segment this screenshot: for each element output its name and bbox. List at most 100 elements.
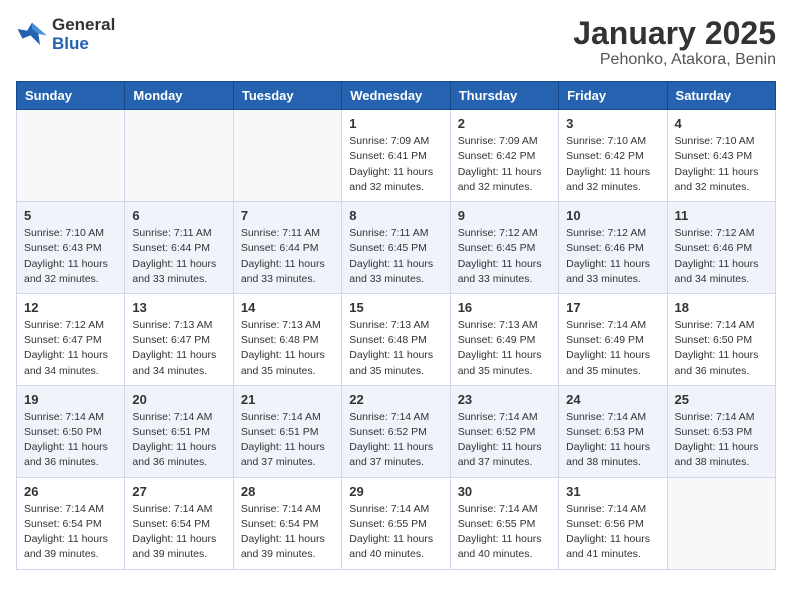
page-header: General Blue January 2025 Pehonko, Atako… [16, 16, 776, 69]
calendar-cell: 26 Sunrise: 7:14 AMSunset: 6:54 PMDayligh… [17, 477, 125, 569]
calendar-cell: 20 Sunrise: 7:14 AMSunset: 6:51 PMDayligh… [125, 385, 233, 477]
day-info: Sunrise: 7:14 AMSunset: 6:55 PMDaylight:… [349, 502, 442, 563]
calendar-cell: 2 Sunrise: 7:09 AMSunset: 6:42 PMDaylight… [450, 110, 558, 202]
day-number: 23 [458, 392, 551, 407]
day-info: Sunrise: 7:10 AMSunset: 6:42 PMDaylight:… [566, 134, 659, 195]
day-number: 8 [349, 208, 442, 223]
day-info: Sunrise: 7:13 AMSunset: 6:49 PMDaylight:… [458, 318, 551, 379]
calendar-cell: 5Sunrise: 7:10 AMSunset: 6:43 PMDaylight… [17, 202, 125, 294]
day-number: 22 [349, 392, 442, 407]
day-info: Sunrise: 7:12 AMSunset: 6:47 PMDaylight:… [24, 318, 117, 379]
day-info: Sunrise: 7:11 AMSunset: 6:45 PMDaylight:… [349, 226, 442, 287]
col-saturday: Saturday [667, 82, 775, 110]
day-info: Sunrise: 7:11 AMSunset: 6:44 PMDaylight:… [241, 226, 334, 287]
calendar-cell [667, 477, 775, 569]
day-info: Sunrise: 7:12 AMSunset: 6:46 PMDaylight:… [566, 226, 659, 287]
col-tuesday: Tuesday [233, 82, 341, 110]
day-number: 28 [241, 484, 334, 499]
calendar-cell: 22 Sunrise: 7:14 AMSunset: 6:52 PMDayligh… [342, 385, 450, 477]
day-number: 20 [132, 392, 225, 407]
day-info: Sunrise: 7:14 AMSunset: 6:52 PMDaylight:… [349, 410, 442, 471]
day-info: Sunrise: 7:09 AMSunset: 6:42 PMDaylight:… [458, 134, 551, 195]
day-info: Sunrise: 7:14 AMSunset: 6:54 PMDaylight:… [132, 502, 225, 563]
day-info: Sunrise: 7:14 AMSunset: 6:50 PMDaylight:… [675, 318, 768, 379]
day-number: 13 [132, 300, 225, 315]
calendar-week-row: 19Sunrise: 7:14 AMSunset: 6:50 PMDayligh… [17, 385, 776, 477]
day-number: 9 [458, 208, 551, 223]
page-subtitle: Pehonko, Atakora, Benin [573, 51, 776, 69]
calendar-cell: 3 Sunrise: 7:10 AMSunset: 6:42 PMDaylight… [559, 110, 667, 202]
calendar-cell: 29 Sunrise: 7:14 AMSunset: 6:55 PMDayligh… [342, 477, 450, 569]
calendar-cell: 14 Sunrise: 7:13 AMSunset: 6:48 PMDayligh… [233, 293, 341, 385]
calendar-cell: 27Sunrise: 7:14 AMSunset: 6:54 PMDayligh… [125, 477, 233, 569]
calendar-table: Sunday Monday Tuesday Wednesday Thursday… [16, 81, 776, 569]
calendar-cell: 10 Sunrise: 7:12 AMSunset: 6:46 PMDayligh… [559, 202, 667, 294]
logo-blue: Blue [52, 34, 89, 53]
calendar-week-row: 1Sunrise: 7:09 AMSunset: 6:41 PMDaylight… [17, 110, 776, 202]
day-info: Sunrise: 7:14 AMSunset: 6:51 PMDaylight:… [241, 410, 334, 471]
calendar-cell: 23 Sunrise: 7:14 AMSunset: 6:52 PMDayligh… [450, 385, 558, 477]
col-thursday: Thursday [450, 82, 558, 110]
day-number: 18 [675, 300, 768, 315]
col-wednesday: Wednesday [342, 82, 450, 110]
calendar-cell: 18 Sunrise: 7:14 AMSunset: 6:50 PMDayligh… [667, 293, 775, 385]
day-info: Sunrise: 7:10 AMSunset: 6:43 PMDaylight:… [675, 134, 768, 195]
day-number: 14 [241, 300, 334, 315]
calendar-cell: 15Sunrise: 7:13 AMSunset: 6:48 PMDayligh… [342, 293, 450, 385]
day-info: Sunrise: 7:14 AMSunset: 6:54 PMDaylight:… [24, 502, 117, 563]
calendar-cell: 25Sunrise: 7:14 AMSunset: 6:53 PMDayligh… [667, 385, 775, 477]
col-monday: Monday [125, 82, 233, 110]
day-number: 2 [458, 116, 551, 131]
calendar-cell: 19Sunrise: 7:14 AMSunset: 6:50 PMDayligh… [17, 385, 125, 477]
day-info: Sunrise: 7:14 AMSunset: 6:55 PMDaylight:… [458, 502, 551, 563]
day-info: Sunrise: 7:14 AMSunset: 6:52 PMDaylight:… [458, 410, 551, 471]
day-number: 17 [566, 300, 659, 315]
calendar-cell: 8 Sunrise: 7:11 AMSunset: 6:45 PMDaylight… [342, 202, 450, 294]
calendar-cell: 13 Sunrise: 7:13 AMSunset: 6:47 PMDayligh… [125, 293, 233, 385]
title-block: January 2025 Pehonko, Atakora, Benin [573, 16, 776, 69]
day-info: Sunrise: 7:14 AMSunset: 6:56 PMDaylight:… [566, 502, 659, 563]
day-number: 11 [675, 208, 768, 223]
calendar-cell: 21 Sunrise: 7:14 AMSunset: 6:51 PMDayligh… [233, 385, 341, 477]
calendar-cell [125, 110, 233, 202]
day-info: Sunrise: 7:12 AMSunset: 6:46 PMDaylight:… [675, 226, 768, 287]
day-number: 12 [24, 300, 117, 315]
logo-general: General [52, 15, 115, 34]
calendar-cell [17, 110, 125, 202]
calendar-body: 1Sunrise: 7:09 AMSunset: 6:41 PMDaylight… [17, 110, 776, 569]
day-info: Sunrise: 7:14 AMSunset: 6:51 PMDaylight:… [132, 410, 225, 471]
calendar-cell: 12 Sunrise: 7:12 AMSunset: 6:47 PMDayligh… [17, 293, 125, 385]
calendar-cell: 16 Sunrise: 7:13 AMSunset: 6:49 PMDayligh… [450, 293, 558, 385]
day-info: Sunrise: 7:10 AMSunset: 6:43 PMDaylight:… [24, 226, 117, 287]
page-title: January 2025 [573, 16, 776, 51]
day-number: 7 [241, 208, 334, 223]
col-friday: Friday [559, 82, 667, 110]
day-number: 15 [349, 300, 442, 315]
logo: General Blue [16, 16, 115, 53]
day-number: 26 [24, 484, 117, 499]
day-number: 25 [675, 392, 768, 407]
calendar-cell: 24 Sunrise: 7:14 AMSunset: 6:53 PMDayligh… [559, 385, 667, 477]
calendar-cell: 11 Sunrise: 7:12 AMSunset: 6:46 PMDayligh… [667, 202, 775, 294]
day-number: 29 [349, 484, 442, 499]
day-number: 16 [458, 300, 551, 315]
day-info: Sunrise: 7:12 AMSunset: 6:45 PMDaylight:… [458, 226, 551, 287]
day-number: 3 [566, 116, 659, 131]
day-number: 24 [566, 392, 659, 407]
day-number: 31 [566, 484, 659, 499]
calendar-cell: 6Sunrise: 7:11 AMSunset: 6:44 PMDaylight… [125, 202, 233, 294]
day-number: 21 [241, 392, 334, 407]
day-info: Sunrise: 7:13 AMSunset: 6:48 PMDaylight:… [241, 318, 334, 379]
calendar-cell: 28Sunrise: 7:14 AMSunset: 6:54 PMDayligh… [233, 477, 341, 569]
day-number: 6 [132, 208, 225, 223]
calendar-cell: 4 Sunrise: 7:10 AMSunset: 6:43 PMDaylight… [667, 110, 775, 202]
header-row: Sunday Monday Tuesday Wednesday Thursday… [17, 82, 776, 110]
calendar-cell [233, 110, 341, 202]
day-number: 30 [458, 484, 551, 499]
day-info: Sunrise: 7:14 AMSunset: 6:53 PMDaylight:… [566, 410, 659, 471]
day-info: Sunrise: 7:13 AMSunset: 6:47 PMDaylight:… [132, 318, 225, 379]
day-number: 19 [24, 392, 117, 407]
day-number: 10 [566, 208, 659, 223]
day-number: 4 [675, 116, 768, 131]
calendar-week-row: 12 Sunrise: 7:12 AMSunset: 6:47 PMDayligh… [17, 293, 776, 385]
